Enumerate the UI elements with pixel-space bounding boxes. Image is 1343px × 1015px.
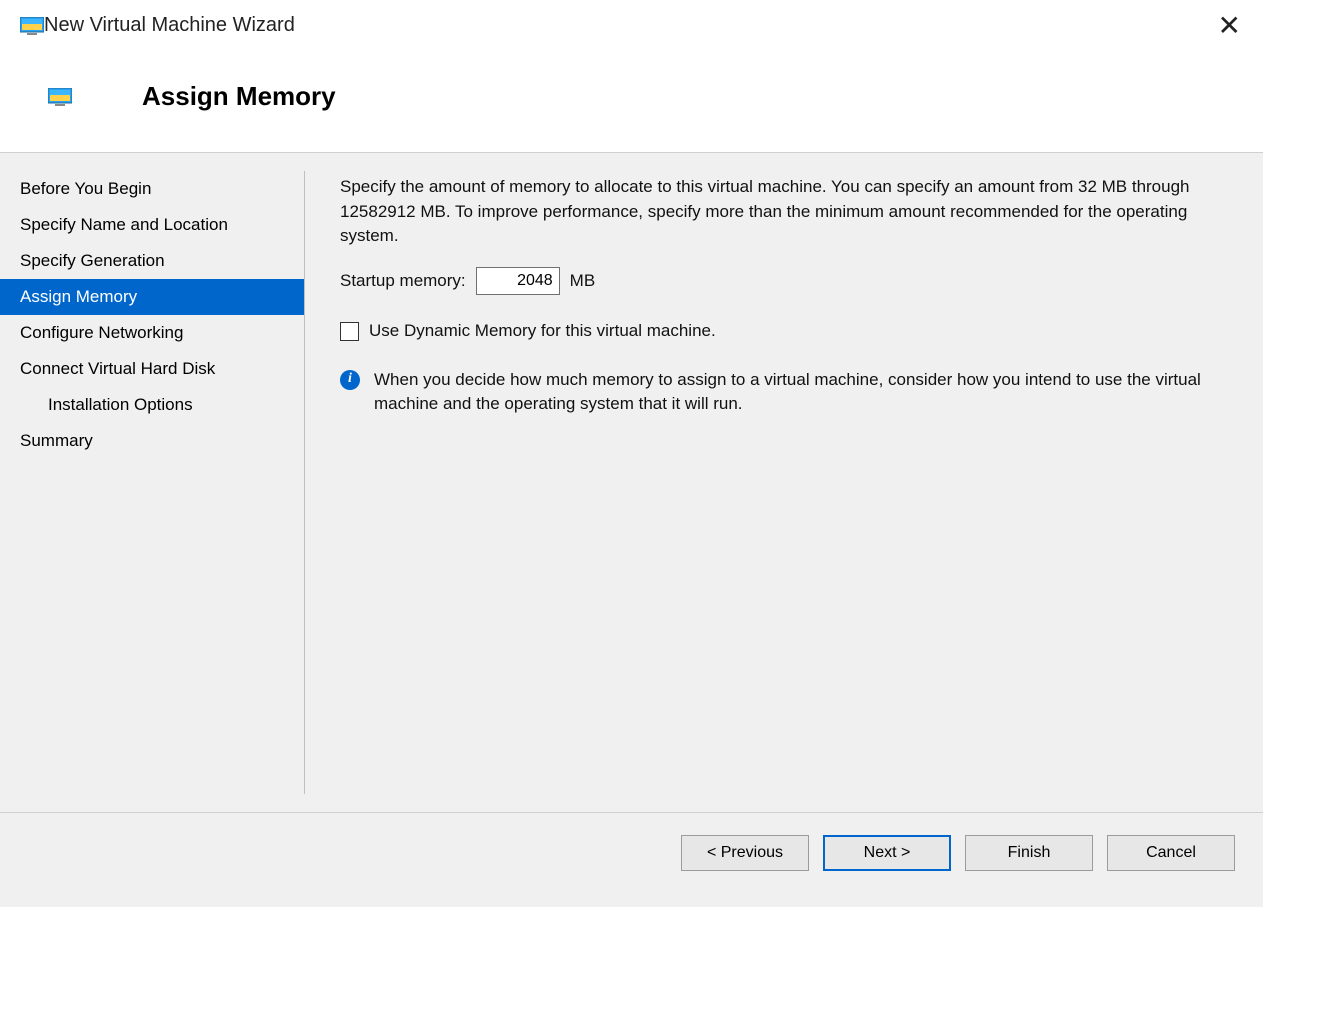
finish-button[interactable]: Finish <box>965 835 1093 871</box>
startup-memory-input[interactable] <box>476 267 560 295</box>
startup-memory-row: Startup memory: MB <box>340 267 1233 295</box>
sidebar-step-6[interactable]: Installation Options <box>0 387 305 423</box>
sidebar-step-0[interactable]: Before You Begin <box>0 171 305 207</box>
content-pane: Specify the amount of memory to allocate… <box>305 153 1263 812</box>
dynamic-memory-row[interactable]: Use Dynamic Memory for this virtual mach… <box>340 319 1233 344</box>
startup-memory-unit: MB <box>570 269 596 294</box>
memory-description: Specify the amount of memory to allocate… <box>340 175 1220 249</box>
info-text: When you decide how much memory to assig… <box>374 368 1220 417</box>
sidebar-step-5[interactable]: Connect Virtual Hard Disk <box>0 351 305 387</box>
sidebar-step-2[interactable]: Specify Generation <box>0 243 305 279</box>
wizard-steps-sidebar: Before You BeginSpecify Name and Locatio… <box>0 153 305 812</box>
wizard-window: New Virtual Machine Wizard ✕ Assign Memo… <box>0 0 1263 907</box>
sidebar-step-4[interactable]: Configure Networking <box>0 315 305 351</box>
page-header: Assign Memory <box>0 47 1263 152</box>
titlebar: New Virtual Machine Wizard ✕ <box>0 0 1263 47</box>
info-row: i When you decide how much memory to ass… <box>340 368 1220 417</box>
app-monitor-icon <box>20 17 44 35</box>
info-icon: i <box>340 370 360 390</box>
sidebar-step-7[interactable]: Summary <box>0 423 305 459</box>
sidebar-step-3[interactable]: Assign Memory <box>0 279 305 315</box>
page-title: Assign Memory <box>142 81 336 112</box>
sidebar-step-1[interactable]: Specify Name and Location <box>0 207 305 243</box>
dynamic-memory-checkbox[interactable] <box>340 322 359 341</box>
page-monitor-icon <box>48 88 72 106</box>
wizard-footer: < Previous Next > Finish Cancel <box>0 812 1263 907</box>
next-button[interactable]: Next > <box>823 835 951 871</box>
dynamic-memory-label: Use Dynamic Memory for this virtual mach… <box>369 319 716 344</box>
wizard-body: Before You BeginSpecify Name and Locatio… <box>0 152 1263 812</box>
previous-button[interactable]: < Previous <box>681 835 809 871</box>
startup-memory-label: Startup memory: <box>340 269 466 294</box>
window-title: New Virtual Machine Wizard <box>44 14 295 37</box>
close-icon[interactable]: ✕ <box>1218 12 1241 40</box>
cancel-button[interactable]: Cancel <box>1107 835 1235 871</box>
